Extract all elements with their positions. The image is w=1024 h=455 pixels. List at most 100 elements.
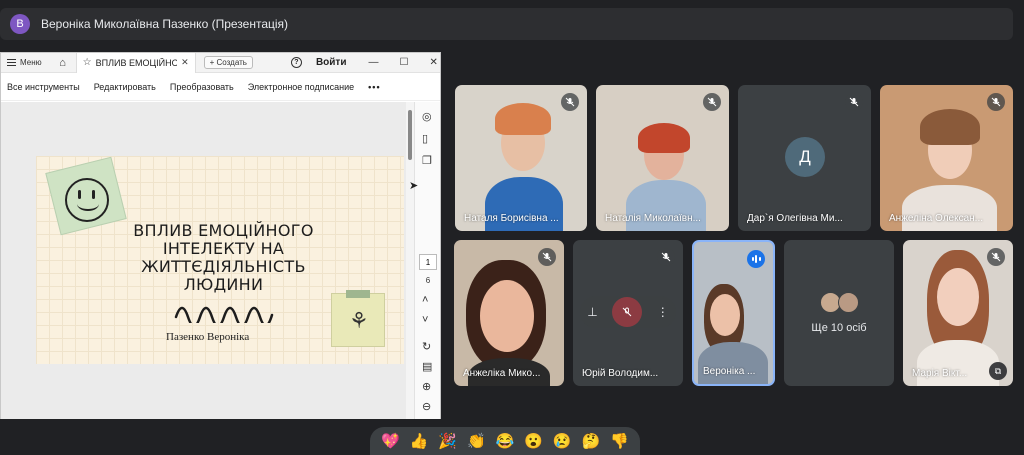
thumbs-down-reaction[interactable]: 👎 (610, 434, 629, 449)
vertical-scrollbar[interactable] (406, 102, 414, 419)
chevron-up-icon[interactable]: ˄ (422, 294, 428, 306)
minimize-icon[interactable]: — (368, 57, 378, 68)
participant-name: Вероніка ... (703, 366, 756, 377)
participant-name: Анжеліна Олексан... (889, 213, 983, 224)
participant-tile[interactable]: Анжеліна Олексан... (880, 85, 1013, 231)
more-options-icon[interactable]: ⋮ (657, 305, 669, 319)
mic-off-icon (845, 93, 863, 111)
scrollbar-thumb[interactable] (408, 110, 412, 160)
participant-hair (638, 123, 690, 153)
page-number-input[interactable]: 1 (419, 254, 437, 270)
toolbar-all-tools[interactable]: Все инструменты (7, 82, 80, 92)
surprised-reaction[interactable]: 😮 (524, 434, 543, 449)
participant-hair (920, 109, 980, 145)
sticky-note-yellow: ⚘ (331, 290, 385, 347)
plant-pot-icon: ⚘ (349, 308, 369, 333)
pdf-viewer: ВПЛИВ ЕМОЦІЙНОГО ІНТЕЛЕКТУ НА ЖИТТЄДІЯЛЬ… (1, 102, 440, 419)
toolbar-e-sign[interactable]: Электронное подписание (248, 82, 354, 92)
document-tab[interactable]: ☆ ВПЛИВ ЕМОЦІЙНО... ✕ (75, 52, 196, 73)
mic-off-icon (561, 93, 579, 111)
signin-button[interactable]: Войти (316, 57, 347, 68)
presenter-bar: В Вероніка Миколаївна Пазенко (Презентац… (0, 8, 1013, 40)
presenter-avatar: В (10, 14, 30, 34)
zoom-in-icon[interactable]: ⊕ (422, 380, 431, 393)
create-label: Создать (216, 58, 247, 67)
presenter-title: Вероніка Миколаївна Пазенко (Презентація… (41, 17, 289, 31)
participant-video (698, 342, 768, 384)
picture-in-picture-icon[interactable]: ⧉ (989, 362, 1007, 380)
tape-decoration (346, 290, 370, 298)
participant-name: Анжеліка Мико... (463, 368, 541, 379)
close-tab-icon[interactable]: ✕ (181, 57, 189, 68)
mic-off-icon (987, 93, 1005, 111)
participant-video (917, 340, 999, 386)
mic-off-icon (987, 248, 1005, 266)
save-page-icon[interactable]: ▤ (422, 360, 432, 373)
window-controls: — ☐ ✕ (368, 57, 437, 68)
home-icon[interactable]: ⌂ (54, 57, 72, 69)
create-button[interactable]: + Создать (203, 56, 253, 69)
comment-icon[interactable]: ◎ (422, 110, 432, 123)
pdf-side-tools: ◎ ▯ ❐ 1 6 ˄ ˅ ↻ ▤ ⊕ ⊖ (414, 102, 440, 419)
participant-tile[interactable]: Наталя Борисівна ... (455, 85, 587, 231)
toolbar-edit[interactable]: Редактировать (94, 82, 156, 92)
slide-title: ВПЛИВ ЕМОЦІЙНОГО ІНТЕЛЕКТУ НА ЖИТТЄДІЯЛЬ… (133, 221, 314, 294)
meet-window: В Вероніка Миколаївна Пазенко (Презентац… (0, 0, 1024, 455)
mic-off-icon[interactable] (612, 297, 643, 327)
participant-tile[interactable]: Д Дар`я Олегівна Ми... (738, 85, 871, 231)
more-icon[interactable]: ••• (368, 82, 380, 92)
mic-off-icon (538, 248, 556, 266)
avatar (838, 292, 859, 313)
participant-face (710, 294, 740, 336)
sad-reaction[interactable]: 😢 (553, 434, 572, 449)
slide-author: Пазенко Вероніка (166, 331, 250, 343)
tile-controls: ⊥ ⋮ (580, 296, 676, 328)
hamburger-icon (7, 59, 16, 66)
laughing-reaction[interactable]: 😂 (496, 434, 515, 449)
smiley-face-icon (65, 178, 109, 222)
star-icon[interactable]: ☆ (83, 57, 92, 68)
pdf-toolbar: Все инструменты Редактировать Преобразов… (1, 73, 440, 101)
participant-tile[interactable]: Наталія Миколаївн... (596, 85, 729, 231)
participant-hair (495, 103, 551, 135)
reactions-bar: 💖 👍 🎉 👏 😂 😮 😢 🤔 👎 (370, 427, 640, 455)
refresh-icon[interactable]: ↻ (422, 340, 431, 353)
participant-tile[interactable]: ⊥ ⋮ Юрій Володим... (573, 240, 683, 386)
mic-off-icon (657, 248, 675, 266)
copy-icon[interactable]: ❐ (422, 154, 432, 167)
thinking-reaction[interactable]: 🤔 (582, 434, 601, 449)
help-icon[interactable]: ? (290, 57, 302, 68)
participant-tile[interactable]: Анжеліка Мико... (454, 240, 564, 386)
participant-face (480, 280, 534, 352)
maximize-icon[interactable]: ☐ (399, 57, 408, 68)
participant-avatar: Д (785, 137, 825, 177)
more-participants-avatars (820, 292, 859, 313)
shared-screen-window: Меню ⌂ ☆ ВПЛИВ ЕМОЦІЙНО... ✕ + Создать ?… (0, 52, 441, 419)
pin-icon[interactable]: ⊥ (587, 305, 597, 319)
clapping-reaction[interactable]: 👏 (467, 434, 486, 449)
sparkling-heart-reaction[interactable]: 💖 (381, 434, 400, 449)
bookmark-icon[interactable]: ▯ (422, 132, 428, 145)
thumbs-up-reaction[interactable]: 👍 (410, 434, 429, 449)
close-window-icon[interactable]: ✕ (429, 57, 437, 68)
more-participants-label: Ще 10 осіб (811, 322, 867, 334)
menu-button[interactable]: Меню (1, 58, 48, 67)
toolbar-convert[interactable]: Преобразовать (170, 82, 234, 92)
chevron-down-icon[interactable]: ˅ (422, 314, 428, 326)
participant-name: Юрій Володим... (582, 368, 659, 379)
participant-face (937, 268, 979, 326)
participant-name: Наталія Миколаївн... (605, 213, 701, 224)
participant-tile[interactable]: Марія Вікт... ⧉ (903, 240, 1013, 386)
participant-tile-active[interactable]: Вероніка ... (692, 240, 775, 386)
menu-label: Меню (20, 58, 42, 67)
more-participants-tile[interactable]: Ще 10 осіб (784, 240, 894, 386)
presentation-slide: ВПЛИВ ЕМОЦІЙНОГО ІНТЕЛЕКТУ НА ЖИТТЄДІЯЛЬ… (36, 156, 404, 364)
participant-name: Наталя Борисівна ... (464, 213, 559, 224)
zoom-out-icon[interactable]: ⊖ (422, 400, 431, 413)
participant-video (902, 185, 997, 231)
party-popper-reaction[interactable]: 🎉 (438, 434, 457, 449)
mouse-cursor-icon: ➤ (409, 180, 419, 192)
pdf-tab-bar: Меню ⌂ ☆ ВПЛИВ ЕМОЦІЙНО... ✕ + Создать ?… (1, 52, 440, 73)
participant-name: Марія Вікт... (912, 368, 968, 379)
mic-off-icon (703, 93, 721, 111)
